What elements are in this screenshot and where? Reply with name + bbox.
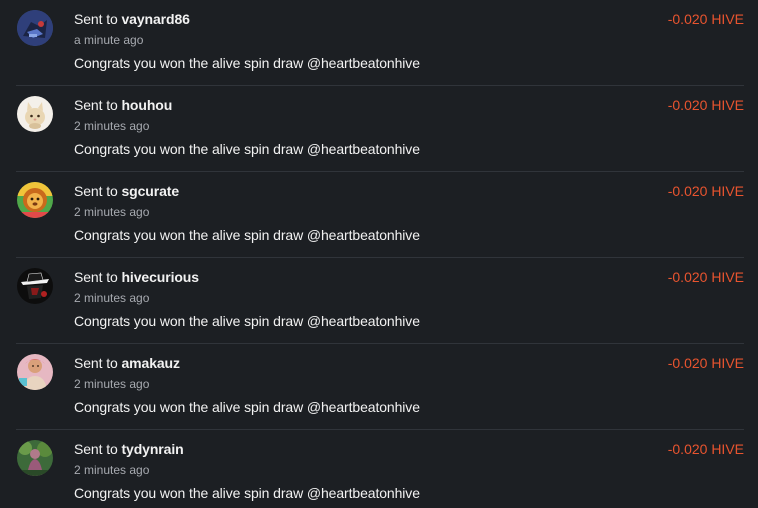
transaction-row[interactable]: Sent to tydynrain 2 minutes ago Congrats…: [0, 430, 758, 508]
sent-to-label: Sent to: [74, 441, 118, 457]
transaction-title: Sent to sgcurate: [74, 183, 179, 199]
transaction-title: Sent to houhou: [74, 97, 172, 113]
transaction-title: Sent to hivecurious: [74, 269, 199, 285]
transaction-row[interactable]: Sent to houhou 2 minutes ago Congrats yo…: [0, 86, 758, 172]
person-avatar-icon[interactable]: [17, 354, 53, 390]
memo-text: Congrats you won the alive spin draw @he…: [74, 485, 420, 501]
timestamp: 2 minutes ago: [74, 377, 150, 391]
robot-avatar-icon[interactable]: [17, 10, 53, 46]
transfer-feed: Sent to vaynard86 a minute ago Congrats …: [0, 0, 758, 508]
cat-avatar-icon[interactable]: [17, 96, 53, 132]
recipient-link[interactable]: hivecurious: [121, 269, 199, 285]
sent-to-label: Sent to: [74, 355, 118, 371]
memo-text: Congrats you won the alive spin draw @he…: [74, 141, 420, 157]
sent-to-label: Sent to: [74, 183, 118, 199]
memo-text: Congrats you won the alive spin draw @he…: [74, 227, 420, 243]
recipient-link[interactable]: houhou: [121, 97, 172, 113]
timestamp: 2 minutes ago: [74, 291, 150, 305]
amount: -0.020 HIVE: [667, 269, 744, 285]
transaction-title: Sent to amakauz: [74, 355, 180, 371]
memo-text: Congrats you won the alive spin draw @he…: [74, 313, 420, 329]
recipient-link[interactable]: tydynrain: [121, 441, 183, 457]
sent-to-label: Sent to: [74, 97, 118, 113]
recipient-link[interactable]: vaynard86: [121, 11, 189, 27]
transaction-row[interactable]: Sent to vaynard86 a minute ago Congrats …: [0, 0, 758, 86]
sent-to-label: Sent to: [74, 269, 118, 285]
memo-text: Congrats you won the alive spin draw @he…: [74, 55, 420, 71]
sent-to-label: Sent to: [74, 11, 118, 27]
amount: -0.020 HIVE: [667, 441, 744, 457]
transaction-title: Sent to vaynard86: [74, 11, 190, 27]
amount: -0.020 HIVE: [667, 11, 744, 27]
lion-avatar-icon[interactable]: [17, 182, 53, 218]
memo-text: Congrats you won the alive spin draw @he…: [74, 399, 420, 415]
hat-figure-avatar-icon[interactable]: [17, 268, 53, 304]
recipient-link[interactable]: sgcurate: [121, 183, 179, 199]
transaction-row[interactable]: Sent to sgcurate 2 minutes ago Congrats …: [0, 172, 758, 258]
timestamp: 2 minutes ago: [74, 463, 150, 477]
transaction-row[interactable]: Sent to hivecurious 2 minutes ago Congra…: [0, 258, 758, 344]
timestamp: 2 minutes ago: [74, 119, 150, 133]
amount: -0.020 HIVE: [667, 355, 744, 371]
transaction-title: Sent to tydynrain: [74, 441, 184, 457]
transaction-row[interactable]: Sent to amakauz 2 minutes ago Congrats y…: [0, 344, 758, 430]
timestamp: a minute ago: [74, 33, 144, 47]
forest-figure-avatar-icon[interactable]: [17, 440, 53, 476]
timestamp: 2 minutes ago: [74, 205, 150, 219]
amount: -0.020 HIVE: [667, 183, 744, 199]
recipient-link[interactable]: amakauz: [121, 355, 180, 371]
amount: -0.020 HIVE: [667, 97, 744, 113]
